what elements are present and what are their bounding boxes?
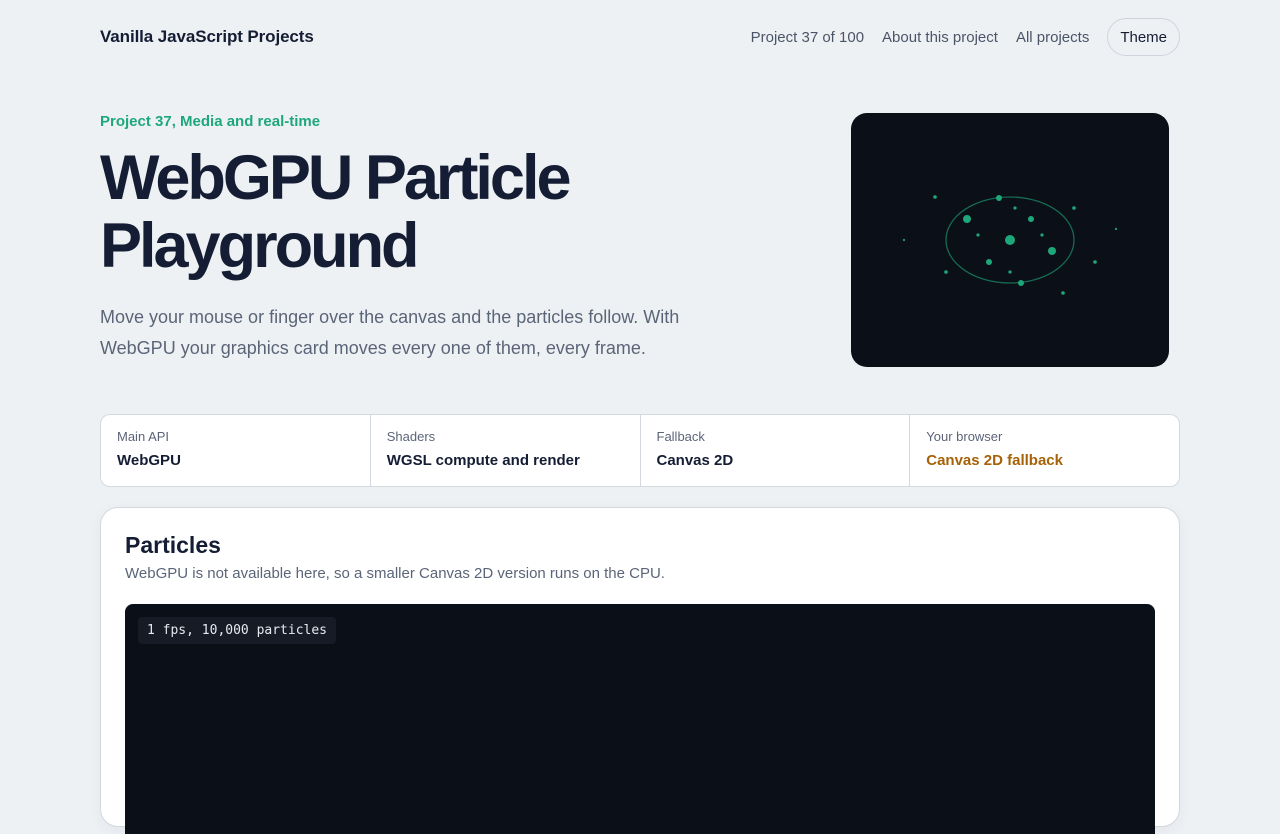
particles-panel: Particles WebGPU is not available here, … — [100, 507, 1180, 834]
page-title-line-1: WebGPU Particle — [100, 143, 572, 213]
spec-summary: Main API WebGPU Shaders WGSL compute and… — [100, 414, 1180, 487]
browser-support-status: Canvas 2D fallback — [926, 452, 1063, 469]
stat-shaders: Shaders WGSL compute and render — [371, 415, 641, 486]
all-projects-link[interactable]: All projects — [1016, 29, 1089, 46]
project-progress: Project 37 of 100 — [750, 28, 865, 46]
theme-toggle-button[interactable]: Theme — [1107, 18, 1180, 56]
stat-value: Canvas 2D — [656, 452, 734, 469]
nav-links: Project 37 of 100 About this project All… — [751, 18, 1180, 56]
brand-link[interactable]: Vanilla JavaScript Projects — [100, 27, 314, 47]
panel-subtitle: WebGPU is not available here, so a small… — [125, 565, 665, 582]
stat-label: Fallback — [656, 429, 705, 444]
hero-description: Move your mouse or finger over the canva… — [100, 307, 680, 358]
stat-label: Main API — [117, 429, 170, 444]
stat-your-browser: Your browser Canvas 2D fallback — [910, 415, 1179, 486]
project-category: Project 37, Media and real-time — [100, 113, 321, 130]
about-project-link[interactable]: About this project — [882, 29, 998, 46]
stat-main-api: Main API WebGPU — [101, 415, 371, 486]
stat-label: Shaders — [386, 429, 436, 444]
page-title: WebGPU Particle Playground — [100, 144, 740, 280]
stat-fallback: Fallback Canvas 2D — [641, 415, 911, 486]
particle-preview-illustration — [851, 113, 1169, 367]
top-navigation: Vanilla JavaScript Projects Project 37 o… — [100, 18, 1180, 56]
stat-value: WebGPU — [117, 452, 181, 469]
stat-value: WGSL compute and render — [386, 452, 580, 469]
stat-label: Your browser — [926, 429, 1003, 444]
page-title-line-2: Playground — [100, 211, 420, 281]
particle-swarm-icon — [902, 195, 1118, 295]
hero-section: Project 37, Media and real-time WebGPU P… — [100, 113, 740, 364]
panel-title: Particles — [125, 532, 221, 558]
fps-counter: 1 fps, 10,000 particles — [138, 617, 337, 644]
